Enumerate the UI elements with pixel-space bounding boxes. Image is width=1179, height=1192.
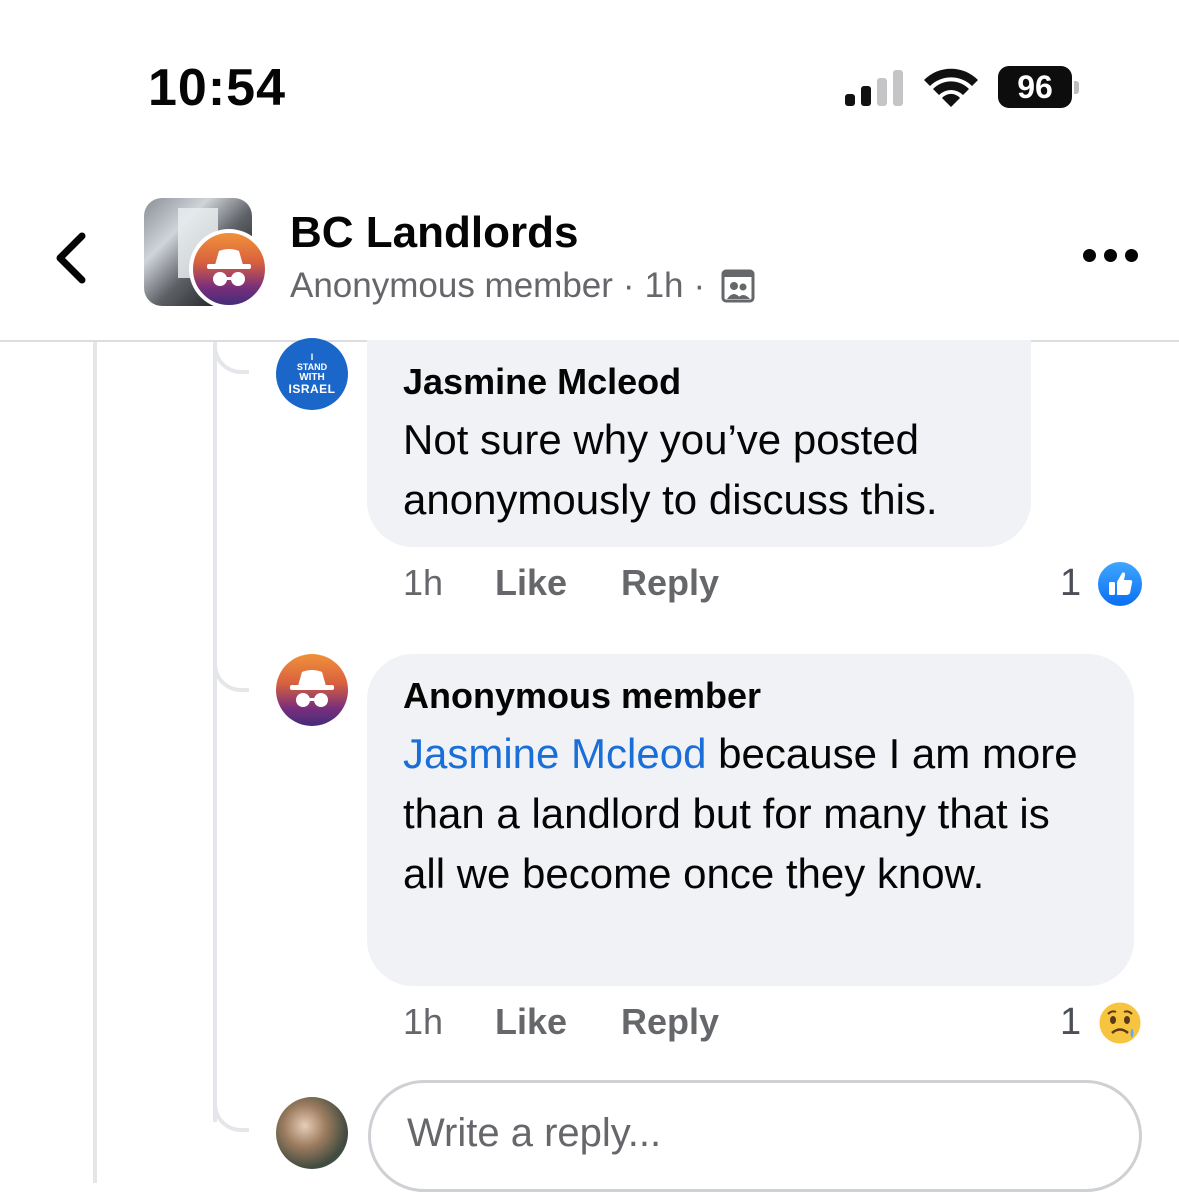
separator-dot: · <box>622 266 635 305</box>
wifi-icon <box>922 66 980 108</box>
reaction-count[interactable]: 1 <box>1060 562 1081 605</box>
anonymous-member-icon[interactable] <box>276 654 348 726</box>
reply-button[interactable]: Reply <box>621 562 719 604</box>
comment-time[interactable]: 1h <box>403 562 495 604</box>
thread-connector <box>213 1100 249 1132</box>
comment-text: Jasmine Mcleod because I am more than a … <box>403 724 1098 904</box>
status-time: 10:54 <box>148 59 286 117</box>
group-name[interactable]: BC Landlords <box>290 208 578 258</box>
reaction-count[interactable]: 1 <box>1060 1001 1081 1044</box>
battery-level: 96 <box>998 66 1072 108</box>
sad-face-icon[interactable] <box>1095 998 1145 1048</box>
members-only-icon <box>721 269 755 303</box>
like-button[interactable]: Like <box>495 1001 621 1043</box>
battery-icon: 96 <box>998 66 1082 110</box>
like-button[interactable]: Like <box>495 562 621 604</box>
post-author: Anonymous member <box>290 266 613 305</box>
cellular-signal-icon <box>845 68 907 106</box>
thread-connector <box>213 342 249 374</box>
post-subtitle: Anonymous member · 1h · <box>290 266 755 306</box>
post-time[interactable]: 1h <box>645 266 684 306</box>
separator-dot: · <box>693 266 706 305</box>
thread-line-branch <box>213 342 217 1122</box>
like-icon[interactable] <box>1095 559 1145 609</box>
back-icon[interactable] <box>52 232 92 284</box>
reply-button[interactable]: Reply <box>621 1001 719 1043</box>
comment-actions: 1h Like Reply <box>403 1001 719 1043</box>
reply-input[interactable]: Write a reply... <box>368 1080 1142 1192</box>
my-avatar[interactable] <box>276 1097 348 1169</box>
anonymous-member-icon <box>189 229 269 309</box>
comment-text: Not sure why you’ve posted anonymously t… <box>403 416 938 523</box>
mention-link[interactable]: Jasmine Mcleod <box>403 730 706 777</box>
commenter-avatar[interactable]: I STAND WITH ISRAEL <box>276 338 348 410</box>
comment-author[interactable]: Anonymous member <box>403 672 1098 720</box>
thread-line <box>93 342 97 1183</box>
more-options-icon[interactable] <box>1083 249 1138 262</box>
comment-author[interactable]: Jasmine Mcleod <box>403 358 995 406</box>
comment-bubble[interactable]: Anonymous member Jasmine Mcleod because … <box>367 654 1134 986</box>
thread-connector <box>213 660 249 692</box>
comment-actions: 1h Like Reply <box>403 562 719 604</box>
comment-time[interactable]: 1h <box>403 1001 495 1043</box>
comment-bubble[interactable]: Jasmine Mcleod Not sure why you’ve poste… <box>367 340 1031 547</box>
